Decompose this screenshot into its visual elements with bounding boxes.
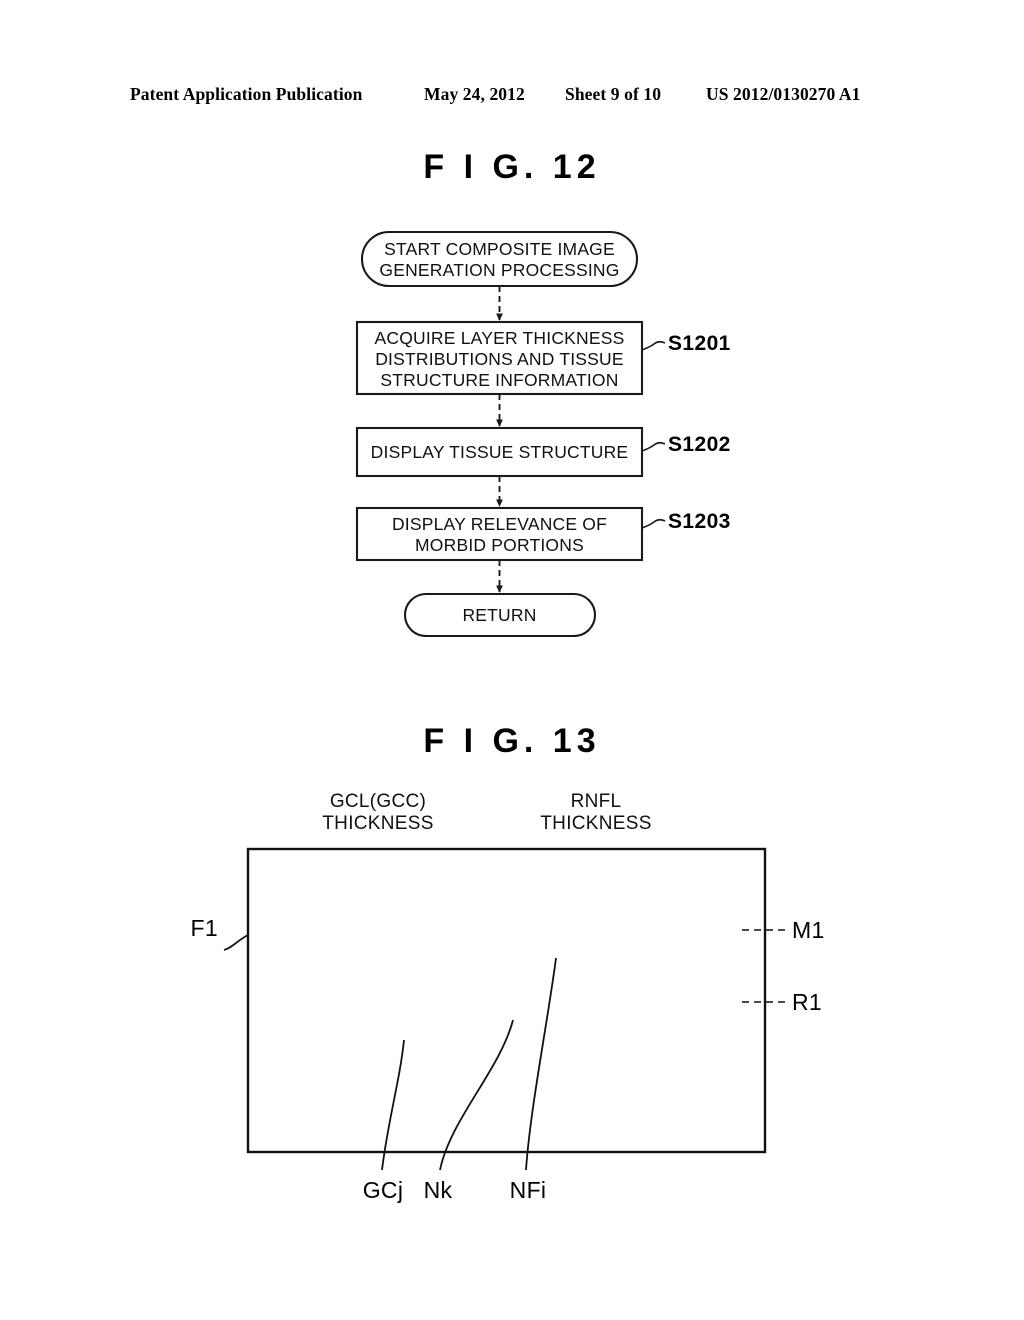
- s1203-line-2: MORBID PORTIONS: [415, 535, 584, 555]
- return-node-label: RETURN: [462, 605, 536, 625]
- flow-node-s1202: DISPLAY TISSUE STRUCTURE S1202: [355, 426, 731, 478]
- figure-12-flowchart: START COMPOSITE IMAGE GENERATION PROCESS…: [355, 230, 731, 638]
- s1202-line-1: DISPLAY TISSUE STRUCTURE: [371, 442, 629, 462]
- s1202-tick: [641, 441, 666, 452]
- nfi-label: NFi: [510, 1177, 547, 1203]
- sheet-number: Sheet 9 of 10: [565, 84, 662, 104]
- s1201-line-3: STRUCTURE INFORMATION: [380, 370, 618, 390]
- callout-f1: F1: [191, 915, 249, 951]
- publication-date: May 24, 2012: [424, 84, 525, 104]
- s1201-tick: [641, 340, 666, 351]
- gcl-header-line-1: GCL(GCC): [330, 791, 426, 812]
- rnfl-header-line-1: RNFL: [571, 791, 622, 812]
- s1201-line-1: ACQUIRE LAYER THICKNESS: [375, 328, 625, 348]
- figure-12-title: F I G. 12: [423, 148, 601, 186]
- page-header: Patent Application Publication May 24, 2…: [0, 84, 1024, 114]
- rnfl-header-line-2: THICKNESS: [540, 813, 651, 834]
- flow-node-s1203: DISPLAY RELEVANCE OF MORBID PORTIONS S12…: [355, 506, 731, 562]
- s1202-step-label: S1202: [668, 433, 731, 456]
- gcj-label: GCj: [363, 1177, 404, 1203]
- s1203-step-label: S1203: [668, 510, 731, 533]
- nk-label: Nk: [424, 1177, 453, 1203]
- start-node-line-1: START COMPOSITE IMAGE: [384, 239, 615, 259]
- patent-number: US 2012/0130270 A1: [706, 84, 861, 104]
- start-node-line-2: GENERATION PROCESSING: [379, 260, 619, 280]
- r1-label: R1: [792, 989, 822, 1015]
- m1-label: M1: [792, 917, 825, 943]
- flow-node-start: START COMPOSITE IMAGE GENERATION PROCESS…: [360, 230, 639, 288]
- publication-label: Patent Application Publication: [130, 84, 363, 104]
- flow-node-return: RETURN: [403, 592, 597, 638]
- figure-13-fundus-map: GCL(GCC) THICKNESS RNFL THICKNESS F1 M1 …: [191, 791, 825, 1203]
- s1203-tick: [641, 518, 666, 529]
- fundus-map-frame: [246, 847, 767, 1154]
- f1-label: F1: [191, 915, 218, 941]
- gcl-header-line-2: THICKNESS: [322, 813, 433, 834]
- figure-13-column-headers: GCL(GCC) THICKNESS RNFL THICKNESS: [322, 791, 651, 834]
- s1203-line-1: DISPLAY RELEVANCE OF: [392, 514, 607, 534]
- s1201-line-2: DISTRIBUTIONS AND TISSUE: [375, 349, 624, 369]
- s1201-step-label: S1201: [668, 332, 731, 355]
- figure-13-title: F I G. 13: [423, 722, 601, 760]
- flow-node-s1201: ACQUIRE LAYER THICKNESS DISTRIBUTIONS AN…: [355, 320, 731, 396]
